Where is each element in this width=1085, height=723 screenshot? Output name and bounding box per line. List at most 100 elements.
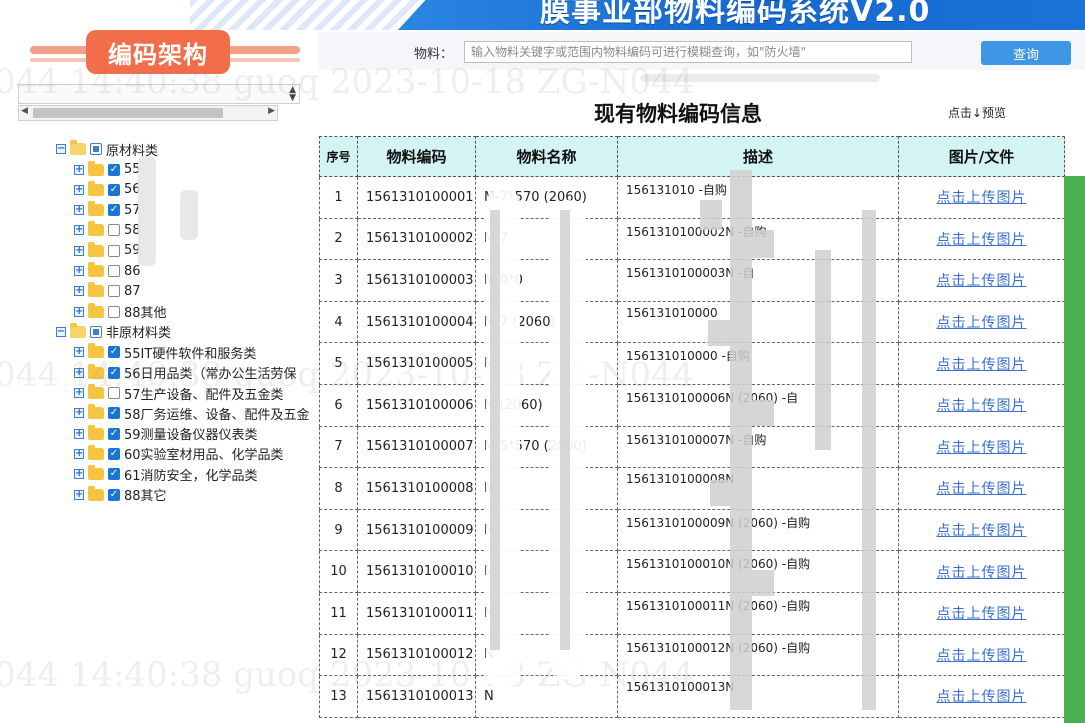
tree-item[interactable]: +86 xyxy=(74,261,141,281)
strip-cell[interactable] xyxy=(1064,342,1085,384)
folder-open-icon xyxy=(70,322,86,338)
upload-image-link[interactable]: 点击上传图片 xyxy=(937,315,1027,331)
upload-image-link[interactable]: 点击上传图片 xyxy=(937,689,1027,705)
expand-icon[interactable]: + xyxy=(74,184,84,195)
tree-item[interactable]: + ✓ 57 xyxy=(74,200,141,220)
checkbox-partial[interactable] xyxy=(90,325,102,338)
upload-image-link[interactable]: 点击上传图片 xyxy=(937,273,1027,289)
checkbox-icon[interactable]: ✓ xyxy=(108,163,120,176)
tree-item[interactable]: + ✓ 58厂务运维、设备、配件及五金 xyxy=(74,403,310,423)
tree-filter-select[interactable]: ▲ ▼ xyxy=(18,84,300,104)
expand-icon[interactable]: + xyxy=(74,489,84,500)
strip-cell[interactable] xyxy=(1064,550,1085,592)
strip-cell[interactable] xyxy=(1064,592,1085,634)
checkbox-icon[interactable]: ✓ xyxy=(108,447,120,460)
search-input[interactable] xyxy=(464,41,912,63)
checkbox-icon[interactable] xyxy=(108,387,120,399)
upload-image-link[interactable]: 点击上传图片 xyxy=(937,357,1027,373)
strip-cell[interactable] xyxy=(1064,509,1085,551)
tree-item[interactable]: + ✓ 55IT硬件软件和服务类 xyxy=(74,342,256,362)
query-button[interactable]: 查询 xyxy=(981,41,1071,65)
cell-code: 1561310100009 xyxy=(357,508,476,552)
upload-image-link[interactable]: 点击上传图片 xyxy=(937,398,1027,414)
expand-icon[interactable]: + xyxy=(74,388,84,398)
collapse-icon[interactable]: − xyxy=(56,326,66,337)
desc-text: 1561310100010N xyxy=(626,557,735,572)
tree-item[interactable]: +88其他 xyxy=(74,302,167,322)
checkbox-icon[interactable]: ✓ xyxy=(108,204,120,217)
tree-item[interactable]: + ✓ 88其它 xyxy=(74,485,167,505)
upload-image-link[interactable]: 点击上传图片 xyxy=(937,606,1027,622)
expand-icon[interactable]: + xyxy=(74,245,84,256)
checkbox-icon[interactable] xyxy=(108,244,120,257)
folder-icon xyxy=(88,444,104,460)
upload-image-link[interactable]: 点击上传图片 xyxy=(937,190,1027,206)
checkbox-icon[interactable] xyxy=(108,224,120,237)
tree-item[interactable]: +57生产设备、配件及五金类 xyxy=(74,383,284,403)
upload-image-link[interactable]: 点击上传图片 xyxy=(937,232,1027,248)
tree-group-0[interactable]: − 原材料类 xyxy=(56,139,158,159)
scroll-thumb[interactable] xyxy=(33,108,223,118)
cell-no: 11 xyxy=(319,591,358,635)
strip-cell[interactable] xyxy=(1064,301,1085,343)
strip-cell[interactable] xyxy=(1064,384,1085,426)
tree-item[interactable]: + ✓ 56 xyxy=(74,180,141,200)
checkbox-icon[interactable]: ✓ xyxy=(108,183,120,196)
tree-item[interactable]: +58 xyxy=(74,220,141,240)
upload-image-link[interactable]: 点击上传图片 xyxy=(937,523,1027,539)
checkbox-icon[interactable] xyxy=(108,305,120,318)
expand-icon[interactable]: + xyxy=(74,408,84,419)
checkbox-icon[interactable] xyxy=(108,265,120,277)
checkbox-icon[interactable]: ✓ xyxy=(108,366,120,379)
expand-icon[interactable]: + xyxy=(74,306,84,317)
strip-cell[interactable] xyxy=(1064,675,1085,717)
expand-icon[interactable]: + xyxy=(74,347,84,358)
table-row: 13 1561310100013 N 1561310100013N 点击上传图片 xyxy=(319,675,1065,718)
expand-icon[interactable]: + xyxy=(74,469,84,480)
upload-image-link[interactable]: 点击上传图片 xyxy=(937,648,1027,664)
tree-item[interactable]: + ✓ 60实验室材用品、化学品类 xyxy=(74,444,284,464)
checkbox-icon[interactable] xyxy=(108,285,120,298)
checkbox-icon[interactable]: ✓ xyxy=(108,427,120,440)
upload-image-link[interactable]: 点击上传图片 xyxy=(937,440,1027,456)
collapse-icon[interactable]: − xyxy=(56,144,66,154)
preview-hint[interactable]: 点击↓预览 xyxy=(948,104,1006,121)
tree-item[interactable]: + ✓ 56日用品类（常办公生活劳保 xyxy=(74,363,297,383)
strip-cell[interactable] xyxy=(1064,176,1085,218)
desc-text: 1561310100002N xyxy=(626,224,735,239)
strip-cell[interactable] xyxy=(1064,218,1085,260)
checkbox-icon[interactable]: ✓ xyxy=(108,488,120,501)
expand-icon[interactable]: + xyxy=(74,205,84,216)
strip-cell[interactable] xyxy=(1064,426,1085,468)
cell-file: 点击上传图片 xyxy=(898,383,1065,427)
checkbox-partial[interactable] xyxy=(90,143,102,155)
checkbox-icon[interactable]: ✓ xyxy=(108,346,120,359)
checkbox-icon[interactable]: ✓ xyxy=(108,468,120,481)
tree-item[interactable]: +59 xyxy=(74,241,141,261)
tree-group-1[interactable]: − 非原材料类 xyxy=(56,322,171,342)
strip-cell[interactable] xyxy=(1064,467,1085,509)
scroll-right-icon[interactable]: ▶ xyxy=(268,106,275,116)
tree-item[interactable]: +87 xyxy=(74,281,141,301)
expand-icon[interactable]: + xyxy=(74,286,84,297)
checkbox-icon[interactable]: ✓ xyxy=(108,407,120,420)
action-strip[interactable] xyxy=(1064,176,1085,723)
expand-icon[interactable]: + xyxy=(74,266,84,276)
scroll-left-icon[interactable]: ◀ xyxy=(21,106,28,116)
tree-item[interactable]: + ✓ 59测量设备仪器仪表类 xyxy=(74,424,258,444)
table-title: 现有物料编码信息 xyxy=(594,102,762,126)
upload-image-link[interactable]: 点击上传图片 xyxy=(937,481,1027,497)
cell-file: 点击上传图片 xyxy=(898,342,1065,385)
strip-cell[interactable] xyxy=(1064,634,1085,676)
table-row: 6 1561310100006 M (2060) 1561310100006N (20… xyxy=(319,383,1065,427)
tree-item[interactable]: + ✓ 61消防安全，化学品类 xyxy=(74,464,258,484)
upload-image-link[interactable]: 点击上传图片 xyxy=(937,565,1027,581)
expand-icon[interactable]: + xyxy=(74,164,84,175)
tree-horizontal-scrollbar[interactable]: ◀ ▶ xyxy=(18,105,278,121)
expand-icon[interactable]: + xyxy=(74,225,84,236)
strip-cell[interactable] xyxy=(1064,259,1085,301)
tree-item[interactable]: + ✓ 55 xyxy=(74,160,141,180)
expand-icon[interactable]: + xyxy=(74,448,84,459)
expand-icon[interactable]: + xyxy=(74,428,84,439)
expand-icon[interactable]: + xyxy=(74,367,84,378)
